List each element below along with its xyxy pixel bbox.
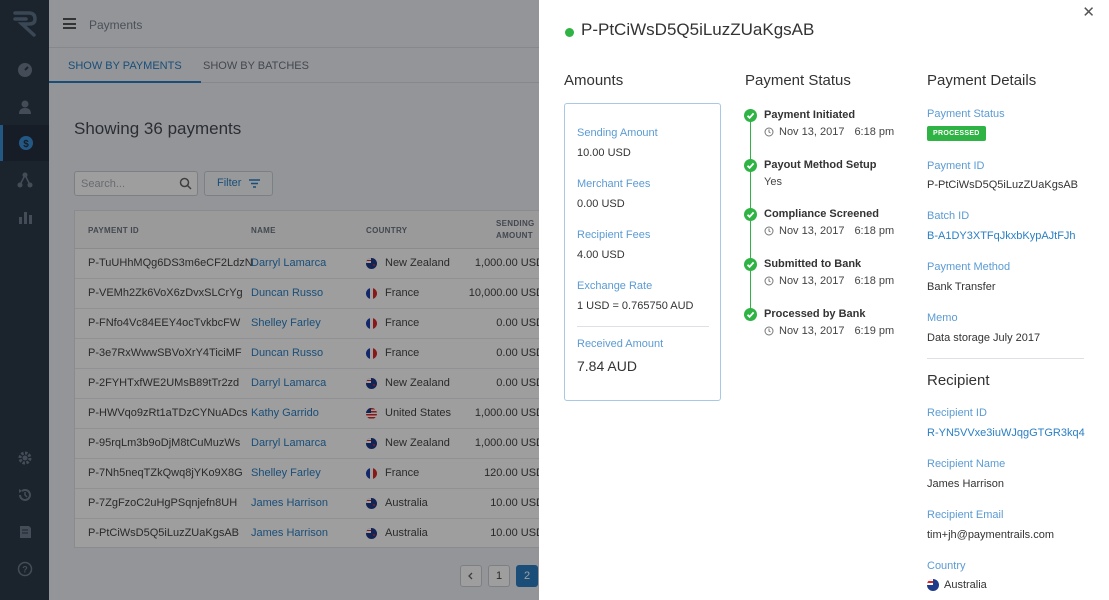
status-step-time: Nov 13, 2017 6:18 pm: [764, 225, 894, 237]
status-step-time: Nov 13, 2017 6:18 pm: [764, 275, 894, 287]
status-step-time: Nov 13, 2017 6:19 pm: [764, 325, 894, 337]
merchant-fees-label: Merchant Fees: [577, 178, 651, 190]
payment-status-label: Payment Status: [927, 108, 1005, 120]
exchange-rate-label: Exchange Rate: [577, 280, 653, 292]
batch-id-label: Batch ID: [927, 210, 970, 222]
clock-icon: [764, 326, 774, 336]
recipient-fees-label: Recipient Fees: [577, 229, 651, 241]
check-icon: [744, 258, 757, 271]
status-dot-icon: [565, 28, 574, 37]
divider: [577, 326, 709, 327]
memo-value: Data storage July 2017: [927, 332, 1041, 344]
country-value: Australia: [927, 579, 987, 591]
close-icon[interactable]: ✕: [1082, 3, 1095, 21]
details-heading: Payment Details: [927, 72, 1037, 89]
clock-icon: [764, 226, 774, 236]
step-time: 6:18 pm: [854, 275, 895, 287]
payment-detail-drawer: ✕ P-PtCiWsD5Q5iLuzZUaKgsAB Amounts Sendi…: [539, 0, 1109, 600]
exchange-rate-value: 1 USD = 0.765750 AUD: [577, 300, 694, 312]
clock-icon: [764, 276, 774, 286]
amounts-box: Sending Amount 10.00 USD Merchant Fees 0…: [564, 103, 721, 401]
check-icon: [744, 159, 757, 172]
step-time: 6:18 pm: [854, 126, 895, 138]
status-step-title: Submitted to Bank: [764, 258, 862, 270]
batch-id-link[interactable]: B-A1DY3XTFqJkxbKypAJtFJh: [927, 230, 1076, 242]
recipient-heading: Recipient: [927, 372, 990, 389]
status-badge: PROCESSED: [927, 126, 986, 141]
drawer-title: P-PtCiWsD5Q5iLuzZUaKgsAB: [581, 20, 815, 39]
status-step-value: Yes: [764, 176, 782, 188]
payment-method-value: Bank Transfer: [927, 281, 996, 293]
merchant-fees-value: 0.00 USD: [577, 198, 625, 210]
check-icon: [744, 208, 757, 221]
status-step-time: Nov 13, 2017 6:18 pm: [764, 126, 894, 138]
check-icon: [744, 308, 757, 321]
australia-flag-icon: [927, 579, 939, 591]
step-time: 6:18 pm: [854, 225, 895, 237]
status-step-title: Processed by Bank: [764, 308, 866, 320]
clock-icon: [764, 127, 774, 137]
country-label: Country: [927, 560, 966, 572]
step-date: Nov 13, 2017: [779, 126, 845, 138]
status-step-title: Payment Initiated: [764, 109, 856, 121]
recipient-name-label: Recipient Name: [927, 458, 1006, 470]
step-date: Nov 13, 2017: [779, 325, 845, 337]
recipient-id-label: Recipient ID: [927, 407, 987, 419]
amounts-heading: Amounts: [564, 72, 624, 89]
status-step-title: Payout Method Setup: [764, 159, 877, 171]
recipient-email-label: Recipient Email: [927, 509, 1004, 521]
payment-id-value: P-PtCiWsD5Q5iLuzZUaKgsAB: [927, 179, 1078, 191]
payment-id-label: Payment ID: [927, 160, 985, 172]
memo-label: Memo: [927, 312, 958, 324]
step-time: 6:19 pm: [854, 325, 895, 337]
step-date: Nov 13, 2017: [779, 275, 845, 287]
step-date: Nov 13, 2017: [779, 225, 845, 237]
payment-method-label: Payment Method: [927, 261, 1011, 273]
recipient-name-value: James Harrison: [927, 478, 1005, 490]
received-amount-value: 7.84 AUD: [577, 358, 637, 374]
country-name: Australia: [944, 579, 987, 591]
recipient-email-value: tim+jh@paymentrails.com: [927, 529, 1055, 541]
sending-amount-label: Sending Amount: [577, 127, 658, 139]
modal-overlay[interactable]: [0, 0, 539, 600]
recipient-id-link[interactable]: R-YN5VVxe3iuWJqgGTGR3kq4: [927, 427, 1085, 439]
recipient-fees-value: 4.00 USD: [577, 249, 625, 261]
check-icon: [744, 109, 757, 122]
divider: [927, 358, 1084, 359]
status-heading: Payment Status: [745, 72, 851, 89]
sending-amount-value: 10.00 USD: [577, 147, 631, 159]
status-step-title: Compliance Screened: [764, 208, 879, 220]
received-amount-label: Received Amount: [577, 338, 664, 350]
